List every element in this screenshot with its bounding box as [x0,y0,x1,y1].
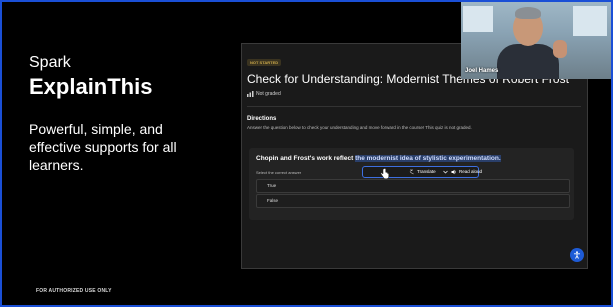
question-prefix: Chopin and Frost's work reflect [256,155,356,162]
question-highlight[interactable]: the modernist idea of stylistic experime… [355,155,501,162]
accessibility-button[interactable] [570,248,584,262]
speaker-icon [451,169,456,175]
accessibility-icon [574,251,580,259]
webcam-feed: Joel Hames [461,2,611,79]
slide-brand: ExplainThis [29,74,153,99]
translate-icon [409,169,414,175]
person-hair [515,7,541,19]
window-pane [463,6,493,32]
slide-description: Powerful, simple, and effective supports… [29,121,177,173]
chevron-down-icon[interactable] [443,170,448,174]
option-label: True [267,183,277,188]
slide-title: Spark [29,54,71,71]
divider [247,106,581,107]
answer-option-true[interactable]: True [256,179,570,193]
footer-note: FOR AUTHORIZED USE ONLY [36,288,112,294]
question-text: Chopin and Frost's work reflect the mode… [256,155,501,162]
slide-frame: Spark ExplainThis Powerful, simple, and … [0,0,613,307]
status-badge: NOT STARTED [247,59,282,66]
directions-heading: Directions [247,116,277,122]
participant-name: Joel Hames [465,68,499,74]
question-card: Chopin and Frost's work reflect the mode… [249,148,574,220]
person-hand [553,40,567,58]
pointer-cursor-icon [380,168,389,179]
option-label: False [267,198,279,203]
window-pane [573,6,607,36]
directions-text: Answer the question below to check your … [247,125,472,130]
answer-label: Select the correct answer [256,170,302,175]
answer-option-false[interactable]: False [256,194,570,208]
person-body [497,44,559,79]
translate-button[interactable]: Translate [417,169,436,174]
grading-status: Not graded [256,91,281,97]
bar-chart-icon [247,91,254,97]
read-aloud-button[interactable]: Read aloud [459,169,482,174]
